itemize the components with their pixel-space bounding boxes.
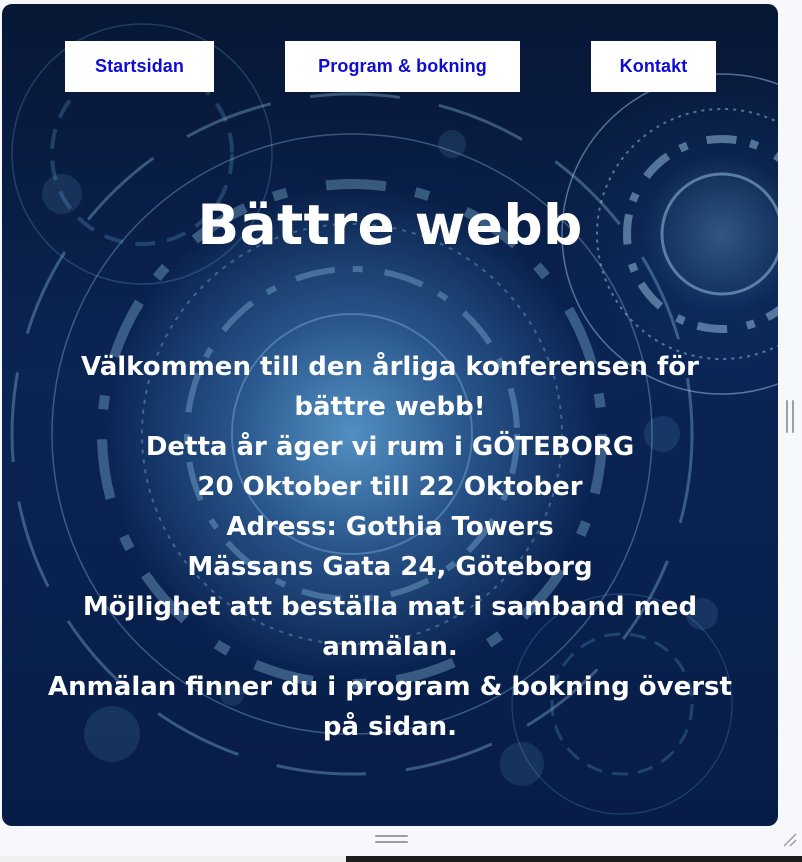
nav-link-startsidan[interactable]: Startsidan	[65, 41, 214, 92]
bottom-window-strip	[0, 856, 802, 862]
hero-section: Startsidan Program & bokning Kontakt Bät…	[2, 4, 778, 826]
date-text: 20 Oktober till 22 Oktober	[197, 472, 583, 502]
city-text: Detta år äger vi rum i GÖTEBORG	[145, 432, 635, 462]
page-title: Bättre webb	[197, 193, 583, 257]
resize-grip-icon[interactable]	[781, 831, 797, 847]
welcome-text: Välkommen till den årliga konferensen fö…	[81, 352, 699, 422]
nav-link-kontakt[interactable]: Kontakt	[591, 41, 716, 92]
browser-viewport: Startsidan Program & bokning Kontakt Bät…	[0, 0, 802, 862]
address-street-text: Mässans Gata 24, Göteborg	[187, 552, 593, 582]
food-text: Möjlighet att beställa mat i samband med…	[82, 592, 698, 662]
vertical-resize-handle[interactable]	[786, 400, 794, 433]
main-navigation: Startsidan Program & bokning Kontakt	[2, 41, 778, 92]
horizontal-resize-handle[interactable]	[375, 835, 408, 843]
taskbar-strip	[346, 856, 802, 862]
registration-text: Anmälan finner du i program & bokning öv…	[48, 672, 732, 742]
conference-info: Välkommen till den årliga konferensen fö…	[40, 347, 740, 747]
address-venue-text: Adress: Gothia Towers	[226, 512, 554, 542]
nav-link-program-bokning[interactable]: Program & bokning	[285, 41, 520, 92]
